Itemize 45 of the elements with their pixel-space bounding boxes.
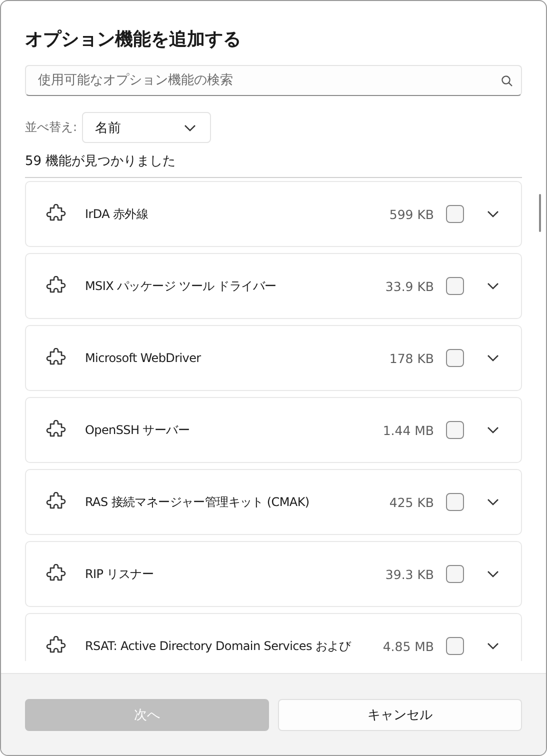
feature-card[interactable]: Microsoft WebDriver 178 KB <box>25 325 522 391</box>
scrollbar-thumb[interactable] <box>539 194 541 232</box>
checkbox[interactable] <box>446 421 464 439</box>
feature-size: 1.44 MB <box>382 422 434 438</box>
feature-size: 33.9 KB <box>385 278 434 294</box>
chevron-down-icon <box>184 124 196 132</box>
checkbox[interactable] <box>446 349 464 367</box>
search-field[interactable]: 使用可能なオプション機能の検索 <box>25 65 522 96</box>
feature-size: 4.85 MB <box>382 638 434 654</box>
feature-card[interactable]: MSIX パッケージ ツール ドライバー 33.9 KB <box>25 253 522 319</box>
feature-name: OpenSSH サーバー <box>85 422 191 438</box>
dialog-title: オプション機能を追加する <box>25 28 241 52</box>
chevron-down-icon[interactable] <box>487 426 499 434</box>
checkbox[interactable] <box>446 277 464 295</box>
result-count: 59 機能が見つかりました <box>25 153 176 170</box>
feature-name: IrDA 赤外線 <box>85 206 150 222</box>
sort-label: 並べ替え: <box>25 119 78 136</box>
search-icon <box>501 74 513 86</box>
chevron-down-icon[interactable] <box>487 282 499 290</box>
feature-name: RIP リスナー <box>85 566 155 582</box>
chevron-down-icon[interactable] <box>487 210 499 218</box>
feature-name: RSAT: Active Directory Domain Services および <box>85 638 352 654</box>
feature-name: Microsoft WebDriver <box>85 351 202 365</box>
search-input[interactable]: 使用可能なオプション機能の検索 <box>36 72 501 89</box>
chevron-down-icon[interactable] <box>487 642 499 650</box>
checkbox[interactable] <box>446 493 464 511</box>
feature-card[interactable]: RAS 接続マネージャー管理キット (CMAK) 425 KB <box>25 469 522 535</box>
feature-name: MSIX パッケージ ツール ドライバー <box>85 278 278 294</box>
feature-card[interactable]: OpenSSH サーバー 1.44 MB <box>25 397 522 463</box>
feature-size: 39.3 KB <box>385 566 434 582</box>
chevron-down-icon[interactable] <box>487 354 499 362</box>
feature-card[interactable]: IrDA 赤外線 599 KB <box>25 181 522 247</box>
cancel-button[interactable]: キャンセル <box>278 699 522 731</box>
feature-size: 425 KB <box>389 494 434 510</box>
checkbox[interactable] <box>446 565 464 583</box>
feature-size: 599 KB <box>389 206 434 222</box>
feature-card[interactable]: RSAT: Active Directory Domain Services および 4.85 MB <box>25 613 522 661</box>
chevron-down-icon[interactable] <box>487 570 499 578</box>
feature-name: RAS 接続マネージャー管理キット (CMAK) <box>85 494 310 510</box>
feature-size: 178 KB <box>389 350 434 366</box>
feature-card[interactable]: RIP リスナー 39.3 KB <box>25 541 522 607</box>
chevron-down-icon[interactable] <box>487 498 499 506</box>
checkbox[interactable] <box>446 205 464 223</box>
sort-dropdown[interactable]: 名前 <box>82 112 212 143</box>
checkbox[interactable] <box>446 637 464 655</box>
